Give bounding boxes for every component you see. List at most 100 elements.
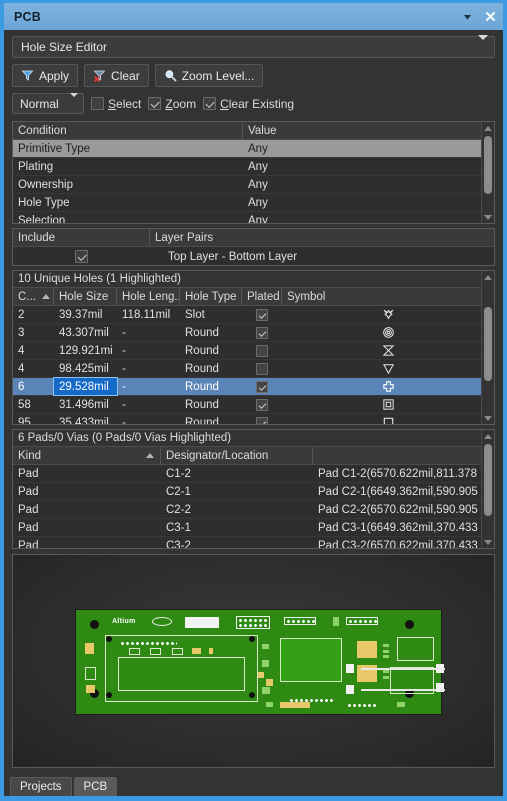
table-row[interactable]: Pad C2-2 Pad C2-2(6570.622mil,590.905 [13, 501, 494, 519]
include-grid[interactable]: Include Layer Pairs Top Layer - Bottom L… [12, 228, 495, 266]
cell-hole-size[interactable]: 43.307mil [54, 324, 117, 341]
scrollbar-track[interactable] [482, 442, 494, 536]
scrollbar-thumb[interactable] [484, 444, 492, 516]
cell-hole-size[interactable]: 129.921mi [54, 342, 117, 359]
column-header-include[interactable]: Include [13, 229, 150, 246]
magnifier-icon [164, 69, 177, 82]
mounting-hole [90, 620, 100, 630]
scrollbar-thumb[interactable] [484, 307, 492, 381]
column-header-condition[interactable]: Condition [13, 122, 243, 139]
triangle-down-icon[interactable] [484, 211, 492, 223]
column-header-plated[interactable]: Plated [242, 288, 282, 305]
table-row[interactable]: Selection Any [13, 212, 494, 224]
cell-hole-size[interactable]: 35.433mil [54, 414, 117, 425]
scrollbar-track[interactable] [482, 134, 494, 211]
pcb-preview[interactable]: Altium [12, 554, 495, 768]
table-row[interactable]: Plating Any [13, 158, 494, 176]
cell-hole-length: - [122, 380, 126, 393]
cell-count: 3 [18, 326, 25, 339]
scrollbar-thumb[interactable] [484, 136, 492, 194]
table-row[interactable]: 58 31.496mil - Round [13, 396, 494, 414]
cell-plated[interactable] [242, 342, 282, 359]
select-checkbox[interactable]: Select [91, 97, 141, 111]
cell-kind: Pad [18, 485, 39, 498]
cell-location: Pad C2-1(6649.362mil,590.905 [318, 485, 478, 498]
editor-dropdown[interactable]: Hole Size Editor [12, 35, 495, 58]
table-row[interactable]: Hole Type Any [13, 194, 494, 212]
clear-existing-checkbox[interactable]: Clear Existing [203, 97, 294, 111]
table-row[interactable]: Pad C1-2 Pad C1-2(6570.622mil,811.378 [13, 465, 494, 483]
tab-projects[interactable]: Projects [10, 777, 72, 796]
conditions-header: Condition Value [13, 122, 494, 140]
table-row[interactable]: 3 43.307mil - Round [13, 324, 494, 342]
conditions-scrollbar[interactable] [481, 122, 494, 223]
triangle-down-icon[interactable] [484, 412, 492, 424]
cell-plated[interactable] [242, 306, 282, 323]
triangle-up-icon[interactable] [484, 271, 492, 283]
column-header-layer-pairs[interactable]: Layer Pairs [150, 229, 494, 246]
mode-dropdown-value: Normal [20, 96, 59, 111]
conditions-grid[interactable]: Condition Value Primitive Type Any Plati… [12, 121, 495, 224]
holes-header: C... Hole Size Hole Leng... Hole Type Pl… [13, 288, 494, 306]
column-header-hole-size[interactable]: Hole Size [54, 288, 117, 305]
holes-scrollbar[interactable] [481, 271, 494, 424]
cell-symbol [282, 324, 494, 341]
table-row[interactable]: Top Layer - Bottom Layer [13, 247, 494, 265]
cell-plated[interactable] [242, 324, 282, 341]
table-row[interactable]: Primitive Type Any [13, 140, 494, 158]
table-row[interactable]: 95 35.433mil - Round [13, 414, 494, 424]
triangle-down-icon[interactable] [484, 536, 492, 548]
cell-plated[interactable] [242, 378, 282, 395]
pads-scrollbar[interactable] [481, 430, 494, 548]
holes-grid[interactable]: 10 Unique Holes (1 Highlighted) C... Hol… [12, 270, 495, 425]
pads-grid[interactable]: 6 Pads/0 Vias (0 Pads/0 Vias Highlighted… [12, 429, 495, 549]
pcb-panel-window: PCB Hole Size Editor Apply Clear Zoom Le… [0, 0, 507, 801]
zoom-checkbox[interactable]: Zoom [148, 97, 196, 111]
column-header-value[interactable]: Value [243, 122, 494, 139]
cell-hole-size[interactable]: 98.425mil [54, 360, 117, 377]
cell-designator: C2-1 [166, 485, 191, 498]
cell-designator: C3-1 [166, 521, 191, 534]
column-header-count[interactable]: C... [13, 288, 54, 305]
clear-button[interactable]: Clear [84, 64, 149, 87]
cell-plated[interactable] [242, 414, 282, 424]
table-row[interactable]: 2 39.37mil 118.11mil Slot [13, 306, 494, 324]
cell-count: 4 [18, 362, 25, 375]
cell-hole-type: Round [185, 380, 219, 393]
table-row[interactable]: 6 29.528mil - Round [13, 377, 494, 396]
column-header-blank[interactable] [313, 447, 494, 464]
include-checkbox[interactable] [13, 247, 150, 265]
cell-plated[interactable] [242, 396, 282, 413]
checkbox-box [75, 250, 88, 263]
tab-pcb[interactable]: PCB [73, 777, 118, 796]
triangle-up-icon[interactable] [484, 430, 492, 442]
column-header-hole-length[interactable]: Hole Leng... [117, 288, 180, 305]
table-row[interactable]: Ownership Any [13, 176, 494, 194]
triangle-up-icon[interactable] [484, 122, 492, 134]
mode-dropdown[interactable]: Normal [12, 92, 84, 114]
hole-size-input[interactable]: 29.528mil [53, 377, 118, 396]
table-row[interactable]: Pad C3-1 Pad C3-1(6649.362mil,370.433 [13, 519, 494, 537]
column-header-symbol[interactable]: Symbol [282, 288, 494, 305]
smd-pad [261, 686, 270, 694]
cell-value: Any [248, 160, 268, 173]
funnel-icon [21, 69, 34, 82]
zoom-level-button[interactable]: Zoom Level... [154, 64, 264, 87]
table-row[interactable]: Pad C3-2 Pad C3-2(6570.622mil,370.433 [13, 537, 494, 549]
table-row[interactable]: Pad C2-1 Pad C2-1(6649.362mil,590.905 [13, 483, 494, 501]
apply-button[interactable]: Apply [12, 64, 79, 87]
funnel-clear-icon [93, 69, 106, 82]
close-icon[interactable] [484, 10, 497, 23]
column-header-designator-location[interactable]: Designator/Location [161, 447, 313, 464]
scrollbar-track[interactable] [482, 283, 494, 412]
table-row[interactable]: 4 98.425mil - Round [13, 360, 494, 378]
table-row[interactable]: 4 129.921mi - Round [13, 342, 494, 360]
cell-hole-size[interactable]: 31.496mil [54, 396, 117, 413]
column-header-hole-type[interactable]: Hole Type [180, 288, 242, 305]
column-header-kind[interactable]: Kind [13, 447, 161, 464]
cell-hole-size[interactable]: 39.37mil [54, 306, 117, 323]
board-logo-mark [152, 617, 173, 627]
cell-plated[interactable] [242, 360, 282, 377]
checkbox-box [148, 97, 162, 110]
chevron-down-icon[interactable] [461, 10, 474, 23]
